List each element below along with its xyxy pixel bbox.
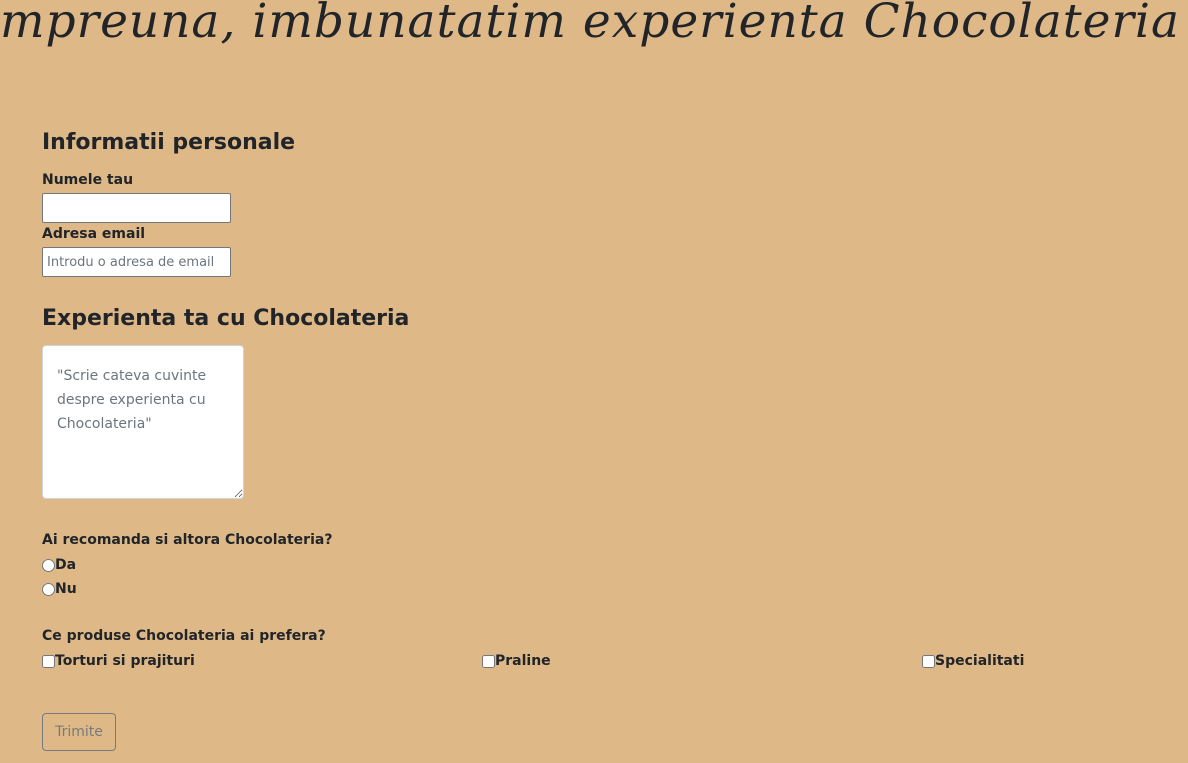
product-option-label: Torturi si prajituri (55, 653, 195, 669)
product-option-specialitati[interactable]: Specialitati (922, 652, 1024, 670)
recommend-radio-nu[interactable] (42, 582, 55, 596)
recommend-question: Ai recomanda si altora Chocolateria? (42, 532, 333, 548)
name-label: Numele tau (42, 172, 134, 188)
product-option-praline[interactable]: Praline (482, 652, 551, 670)
recommend-radio-da[interactable] (42, 558, 55, 572)
product-checkbox-praline[interactable] (482, 654, 495, 668)
personal-info-heading: Informatii personale (42, 130, 296, 155)
page-title: Impreuna, imbunatatim experienta Chocola… (0, 0, 1180, 49)
experience-heading: Experienta ta cu Chocolateria (42, 306, 410, 331)
name-input[interactable] (42, 193, 231, 223)
products-question: Ce produse Chocolateria ai prefera? (42, 628, 326, 644)
recommend-option-label: Da (55, 557, 77, 573)
recommend-option-nu[interactable]: Nu (42, 580, 77, 598)
product-checkbox-torturi[interactable] (42, 654, 55, 668)
email-label: Adresa email (42, 226, 146, 242)
recommend-option-da[interactable]: Da (42, 556, 76, 574)
email-input[interactable] (42, 247, 231, 277)
recommend-option-label: Nu (55, 581, 77, 597)
submit-button[interactable]: Trimite (42, 713, 116, 751)
experience-textarea[interactable] (42, 345, 244, 499)
product-option-torturi[interactable]: Torturi si prajituri (42, 652, 195, 670)
product-checkbox-specialitati[interactable] (922, 654, 935, 668)
product-option-label: Specialitati (935, 653, 1025, 669)
product-option-label: Praline (495, 653, 551, 669)
